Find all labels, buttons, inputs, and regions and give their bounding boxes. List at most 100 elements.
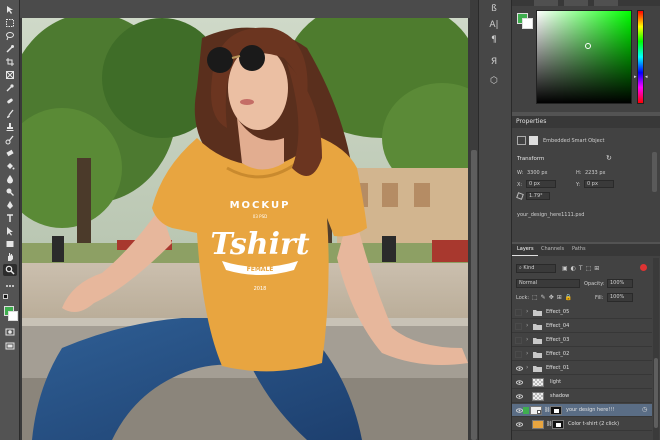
layers-tab[interactable]: Layers [517,246,534,252]
angle-field[interactable]: 1.79° [526,192,550,200]
eyedropper-tool-icon[interactable] [3,82,17,94]
layers-scroll-thumb[interactable] [654,358,658,428]
folder-icon [533,310,542,316]
color-picker-cursor[interactable] [585,43,591,49]
pen-tool-icon[interactable] [3,199,17,211]
brush-tool-icon[interactable] [3,108,17,120]
marquee-tool-icon[interactable] [3,17,17,29]
y-field[interactable]: 0 px [584,180,614,188]
hand-tool-icon[interactable] [3,251,17,263]
channels-tab[interactable]: Channels [541,246,564,252]
layer-row-your-design[interactable]: ⛓ your design here!!! ◷ [512,404,652,417]
move-tool-icon[interactable] [3,4,17,16]
swatches-tab[interactable] [564,0,588,6]
layer-mask-thumbnail[interactable] [552,420,564,429]
paint-bucket-tool-icon[interactable] [3,160,17,172]
more-tools-icon[interactable] [3,280,17,292]
healing-brush-tool-icon[interactable] [3,95,17,107]
properties-panel: Properties Embedded Smart Object Transfo… [512,116,660,242]
quick-mask-icon[interactable] [3,326,17,338]
expand-arrow-icon[interactable]: › [526,350,528,357]
color-panel-background-swatch[interactable] [522,18,533,29]
glyphs-panel-icon[interactable]: Я [487,55,501,69]
mask-icon[interactable] [529,136,538,145]
layer-row-light[interactable]: light [512,376,652,389]
reset-transform-icon[interactable]: ↻ [606,154,612,162]
expand-arrow-icon[interactable]: › [526,322,528,329]
properties-tab[interactable]: Properties [512,116,660,128]
visibility-toggle[interactable] [515,323,522,330]
screen-mode-icon[interactable] [3,340,17,352]
layers-scrollbar[interactable] [653,258,659,440]
layer-effects-icon[interactable]: ◷ [642,406,647,413]
lock-label: Lock: [516,295,530,301]
paths-tab[interactable]: Paths [572,246,586,252]
clone-stamp-tool-icon[interactable] [3,121,17,133]
background-color-swatch[interactable] [8,311,18,321]
layer-name: your design here!!! [566,407,615,413]
expand-arrow-icon[interactable]: › [526,336,528,343]
smart-object-icon [517,136,526,145]
eye-icon[interactable] [516,421,523,428]
eye-icon[interactable] [516,365,523,372]
type-tool-icon[interactable] [3,212,17,224]
canvas-vertical-scrollbar[interactable] [470,0,478,440]
quick-select-tool-icon[interactable] [3,43,17,55]
visibility-toggle[interactable] [515,337,522,344]
print-line-tshirt: Tshirt [210,227,309,262]
expand-arrow-icon[interactable]: › [526,364,528,371]
tshirt-mockup-photo[interactable]: MOCKUP 03 PSD Tshirt FEMALE 2018 [22,18,468,440]
blend-mode-select[interactable]: Normal [516,279,580,288]
opacity-field[interactable]: 100% [607,279,633,288]
color-tab[interactable] [534,0,558,6]
lasso-tool-icon[interactable] [3,30,17,42]
color-panel-tabs [512,0,660,6]
visibility-toggle[interactable] [515,351,522,358]
filter-toggle-icon[interactable] [640,264,647,271]
zoom-tool-icon[interactable] [3,264,17,276]
linked-filename[interactable]: your_design_here1111.psd [517,212,584,218]
3d-panel-icon[interactable]: ⬡ [487,74,501,88]
expand-arrow-icon[interactable]: › [526,308,528,315]
layer-mask-thumbnail[interactable] [550,406,562,415]
width-value[interactable]: 3300 px [527,170,547,176]
layer-filter-icons[interactable]: ▣◐T⬚⊞ [562,265,602,272]
character-panel-icon[interactable]: A| [487,18,501,32]
default-colors-icon[interactable] [3,294,8,299]
dodge-tool-icon[interactable] [3,186,17,198]
paragraph-panel-icon[interactable]: ¶ [487,33,501,47]
eye-icon[interactable] [516,379,523,386]
lock-icons[interactable]: ⬚✎✥⊞🔒 [532,294,575,301]
layer-row-effect-02[interactable]: › Effect_02 [512,348,652,361]
layer-row-effect-01[interactable]: › Effect_01 [512,362,652,375]
height-value[interactable]: 2233 px [585,170,605,176]
color-saturation-field[interactable] [536,10,632,104]
history-panel-icon[interactable]: ß [487,2,501,16]
layer-thumbnail [532,392,544,401]
layer-row-effect-05[interactable]: › Effect_05 [512,306,652,319]
eye-icon[interactable] [516,407,523,414]
properties-scrollbar[interactable] [652,152,657,192]
fill-field[interactable]: 100% [607,293,633,302]
visibility-toggle[interactable] [515,309,522,316]
history-brush-tool-icon[interactable] [3,134,17,146]
gradients-tab[interactable] [594,0,618,6]
hue-slider[interactable] [637,10,644,104]
eye-icon[interactable] [516,393,523,400]
layer-row-color-tshirt[interactable]: ⛓ Color t-shirt (2 click) [512,418,652,431]
scroll-thumb[interactable] [471,150,477,440]
fill-label: Fill: [595,295,604,301]
layer-row-effect-03[interactable]: › Effect_03 [512,334,652,347]
x-field[interactable]: 0 px [526,180,556,188]
document-canvas[interactable]: MOCKUP 03 PSD Tshirt FEMALE 2018 [20,0,470,440]
layer-row-shadow[interactable]: shadow [512,390,652,403]
layer-filter-select[interactable]: ⌕ Kind [516,264,556,273]
eraser-tool-icon[interactable] [3,147,17,159]
blur-tool-icon[interactable] [3,173,17,185]
path-selection-tool-icon[interactable] [3,225,17,237]
crop-tool-icon[interactable] [3,56,17,68]
layer-row-effect-04[interactable]: › Effect_04 [512,320,652,333]
frame-tool-icon[interactable] [3,69,17,81]
shape-tool-icon[interactable] [3,238,17,250]
width-label: W: [517,170,524,176]
